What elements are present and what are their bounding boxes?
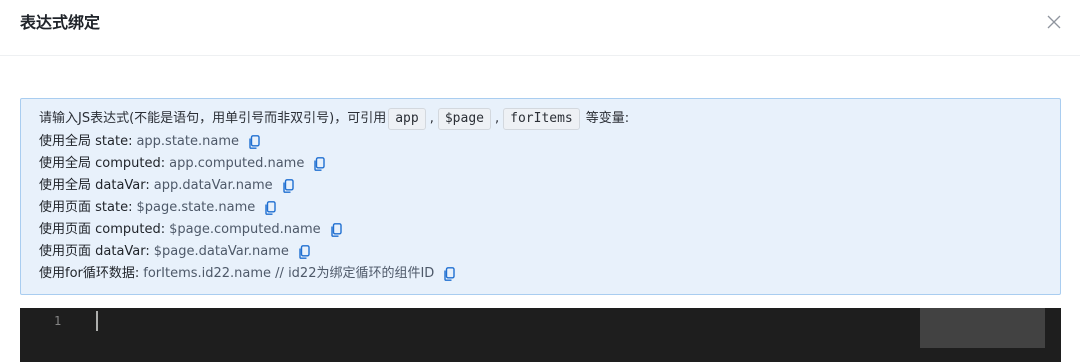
example-row: 使用全局 state: app.state.name	[39, 131, 1042, 153]
tip-intro-prefix: 请输入JS表达式(不能是语句，用单引号而非双引号)，可引用	[39, 111, 387, 126]
example-list: 使用全局 state: app.state.name 使用全局 computed: a…	[39, 131, 1042, 285]
tip-intro-suffix: 等变量:	[585, 111, 630, 126]
example-label: 使用全局 dataVar:	[39, 178, 150, 193]
example-expression: $page.dataVar.name	[153, 244, 289, 259]
copy-icon[interactable]	[282, 179, 294, 193]
line-number: 1	[54, 314, 62, 328]
copy-icon[interactable]	[299, 245, 310, 259]
example-row: 使用页面 state: $page.state.name	[39, 197, 1042, 219]
close-icon	[1047, 15, 1061, 29]
code-editor[interactable]: 1	[20, 308, 1061, 362]
example-label: 使用全局 state:	[39, 134, 133, 149]
example-expression: app.state.name	[136, 134, 239, 149]
example-expression: app.dataVar.name	[153, 178, 273, 193]
example-row: 使用页面 computed: $page.computed.name	[39, 219, 1042, 241]
copy-icon[interactable]	[249, 135, 260, 149]
editor-scrollbar[interactable]	[1045, 308, 1061, 362]
example-row: 使用全局 computed: app.computed.name	[39, 153, 1042, 175]
var-separator: ,	[495, 111, 500, 126]
copy-icon[interactable]	[314, 157, 326, 171]
example-label: 使用for循环数据:	[39, 266, 140, 281]
dialog-title: 表达式绑定	[20, 13, 101, 32]
close-button[interactable]	[1044, 12, 1064, 32]
expression-input[interactable]	[100, 308, 920, 362]
editor-minimap[interactable]	[920, 308, 1045, 348]
tip-intro: 请输入JS表达式(不能是语句，用单引号而非双引号)，可引用 app , $pag…	[39, 107, 1042, 131]
var-chip-page: $page	[437, 108, 491, 130]
text-cursor	[96, 311, 98, 331]
example-label: 使用页面 state:	[39, 200, 133, 215]
example-expression: app.computed.name	[169, 156, 305, 171]
var-chip-app: app	[388, 108, 426, 130]
example-label: 使用全局 computed:	[39, 156, 166, 171]
var-chip-foritems: forItems	[503, 108, 580, 130]
example-row: 使用页面 dataVar: $page.dataVar.name	[39, 241, 1042, 263]
dialog-header: 表达式绑定	[0, 0, 1080, 56]
copy-icon[interactable]	[444, 267, 456, 281]
var-separator: ,	[429, 111, 434, 126]
copy-icon[interactable]	[265, 201, 276, 215]
example-expression: $page.computed.name	[169, 222, 321, 237]
example-row: 使用全局 dataVar: app.dataVar.name	[39, 175, 1042, 197]
copy-icon[interactable]	[330, 223, 342, 237]
example-label: 使用页面 computed:	[39, 222, 166, 237]
example-row: 使用for循环数据: forItems.id22.name // id22为绑定循…	[39, 263, 1042, 285]
example-expression: $page.state.name	[136, 200, 256, 215]
example-expression: forItems.id22.name // id22为绑定循环的组件ID	[143, 266, 435, 281]
expression-tip-box: 请输入JS表达式(不能是语句，用单引号而非双引号)，可引用 app , $pag…	[20, 98, 1061, 295]
example-label: 使用页面 dataVar:	[39, 244, 150, 259]
editor-gutter: 1	[20, 308, 90, 362]
